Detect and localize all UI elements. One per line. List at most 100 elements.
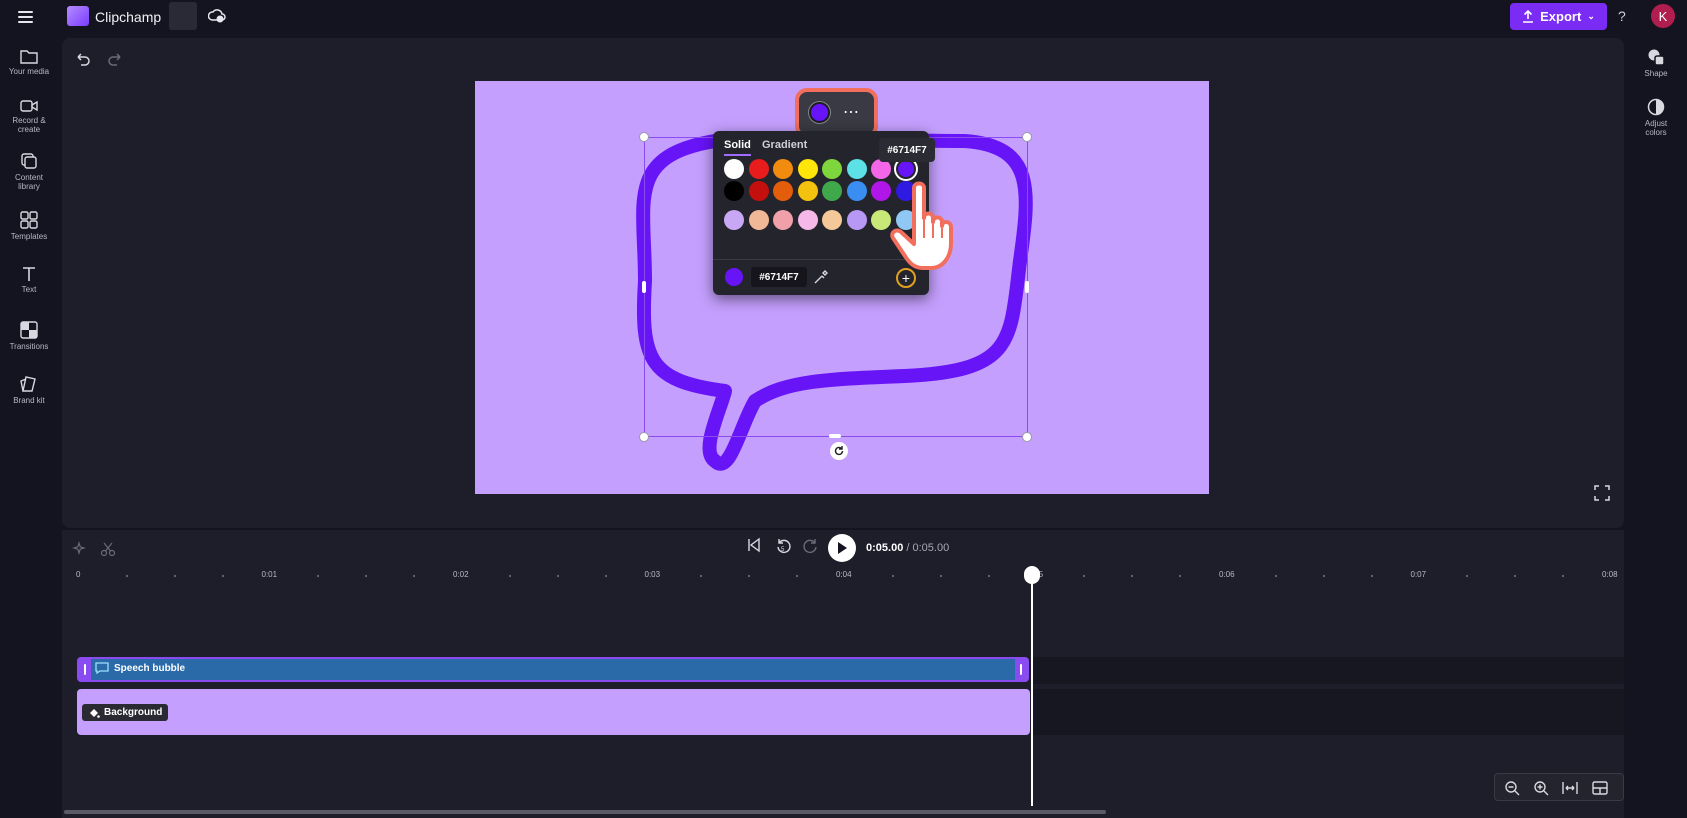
text-icon <box>23 267 35 281</box>
project-thumbnail[interactable] <box>169 2 197 30</box>
play-button[interactable] <box>828 534 856 562</box>
ruler-tick-mark <box>173 575 176 577</box>
hamburger-menu-icon[interactable] <box>14 6 38 28</box>
color-swatch[interactable] <box>871 159 891 179</box>
chevron-down-icon: ⌄ <box>1587 11 1595 21</box>
sidebar-item-label: Templates <box>10 232 48 241</box>
color-swatch[interactable] <box>797 210 818 230</box>
color-swatch[interactable] <box>846 159 867 179</box>
top-bar: Clipchamp Export ⌄ ? K <box>0 0 1687 34</box>
zoom-out-icon[interactable] <box>1503 779 1521 797</box>
transitions-icon <box>20 321 38 339</box>
sidebar-item-content-library[interactable]: Content library <box>4 152 54 191</box>
magic-icon[interactable] <box>71 541 87 557</box>
undo-icon[interactable] <box>74 50 92 68</box>
play-icon <box>838 542 847 554</box>
ruler-tick-mark <box>556 575 559 577</box>
color-swatch[interactable] <box>897 161 914 177</box>
ruler-tick-mark <box>508 575 511 577</box>
color-swatch[interactable] <box>724 159 744 179</box>
fit-timeline-icon[interactable] <box>1561 779 1579 797</box>
ruler-tick-mark <box>939 575 942 577</box>
help-icon[interactable]: ? <box>1618 8 1626 24</box>
sidebar-item-label: Transitions <box>9 342 49 351</box>
timeline-horizontal-scrollbar[interactable] <box>64 810 1106 814</box>
clip-trim-handle-left[interactable] <box>79 659 91 680</box>
skip-to-start-icon[interactable] <box>746 537 762 553</box>
resize-handle-top-right[interactable] <box>1022 132 1032 142</box>
resize-handle-bottom-right[interactable] <box>1022 432 1032 442</box>
ruler-tick-mark <box>221 575 224 577</box>
color-swatch[interactable] <box>773 181 793 201</box>
resize-handle-bottom[interactable] <box>829 434 841 438</box>
hex-input[interactable]: #6714F7 <box>751 267 807 287</box>
sidebar-item-transitions[interactable]: Transitions <box>4 321 54 351</box>
color-swatch[interactable] <box>846 210 867 230</box>
ruler-tick-label: 0:08 <box>1602 570 1618 579</box>
cloud-sync-icon[interactable] <box>208 8 226 24</box>
export-label: Export <box>1540 9 1582 24</box>
color-swatch[interactable] <box>822 210 842 230</box>
sidebar-item-record-create[interactable]: Record & create <box>4 99 54 134</box>
ruler-tick-label: 0:06 <box>1219 570 1235 579</box>
background-clip[interactable] <box>77 689 1030 735</box>
ruler-tick-mark <box>125 575 128 577</box>
color-swatch[interactable] <box>846 181 867 201</box>
rotate-icon[interactable] <box>830 442 848 460</box>
tab-gradient[interactable]: Gradient <box>762 139 807 151</box>
ruler-tick-label: 0:07 <box>1410 570 1427 579</box>
empty-track-lane <box>1032 689 1624 735</box>
hand-cursor-icon <box>890 181 953 270</box>
playhead-handle[interactable] <box>1024 566 1040 584</box>
color-swatch[interactable] <box>724 210 744 230</box>
current-time: 0:05.00 <box>866 542 904 554</box>
fullscreen-icon[interactable] <box>1594 485 1610 501</box>
sidebar-item-brand-kit[interactable]: Brand kit <box>4 375 54 405</box>
clip-trim-handle-right[interactable] <box>1015 659 1027 680</box>
sidebar-item-label: Content library <box>14 173 44 191</box>
color-swatch[interactable] <box>797 159 818 179</box>
adjust-colors-icon <box>1647 98 1665 116</box>
background-clip-label: Background <box>82 704 169 721</box>
sidebar-item-templates[interactable]: Templates <box>4 211 54 241</box>
color-swatch[interactable] <box>797 181 818 201</box>
avatar[interactable]: K <box>1651 4 1675 28</box>
sidebar-item-text[interactable]: Text <box>4 266 54 294</box>
redo-icon[interactable] <box>106 50 124 68</box>
right-sidebar-shape[interactable]: Shape <box>1636 48 1676 78</box>
scissors-icon[interactable] <box>100 541 116 557</box>
zoom-in-icon[interactable] <box>1532 779 1550 797</box>
forward-5s-icon[interactable] <box>803 537 819 555</box>
resize-handle-top-left[interactable] <box>639 132 649 142</box>
ruler-tick-mark <box>891 575 894 577</box>
ruler-tick-mark <box>604 575 607 577</box>
color-swatch[interactable] <box>724 181 744 201</box>
rewind-5s-icon[interactable]: 5 <box>775 537 791 555</box>
color-swatch[interactable] <box>822 159 842 179</box>
color-swatch[interactable] <box>773 210 793 230</box>
timeline-layout-icon[interactable] <box>1591 779 1609 797</box>
tab-solid[interactable]: Solid <box>724 139 751 156</box>
color-swatch[interactable] <box>748 181 769 201</box>
playhead-line <box>1031 578 1033 806</box>
resize-handle-right[interactable] <box>1025 281 1029 293</box>
clip-label: Speech bubble <box>114 662 186 674</box>
color-swatch[interactable] <box>748 159 769 179</box>
sidebar-item-your-media[interactable]: Your media <box>4 48 54 76</box>
resize-handle-bottom-left[interactable] <box>639 432 649 442</box>
color-swatch[interactable] <box>748 210 769 230</box>
brand-kit-icon <box>20 376 36 392</box>
speech-bubble-clip[interactable]: Speech bubble <box>77 657 1029 682</box>
templates-icon <box>20 211 38 229</box>
color-swatch[interactable] <box>773 159 793 179</box>
export-button[interactable]: Export ⌄ <box>1510 3 1607 30</box>
zoom-controls <box>1494 773 1624 801</box>
color-swatch[interactable] <box>822 181 842 201</box>
right-sidebar-adjust-colors[interactable]: Adjust colors <box>1636 98 1676 137</box>
current-color-swatch <box>725 268 743 286</box>
fill-color-button[interactable] <box>809 102 830 123</box>
eyedropper-icon[interactable] <box>813 269 829 285</box>
ruler-tick-mark <box>987 575 990 577</box>
resize-handle-left[interactable] <box>642 281 646 293</box>
more-options-icon[interactable]: ⋯ <box>843 102 860 122</box>
